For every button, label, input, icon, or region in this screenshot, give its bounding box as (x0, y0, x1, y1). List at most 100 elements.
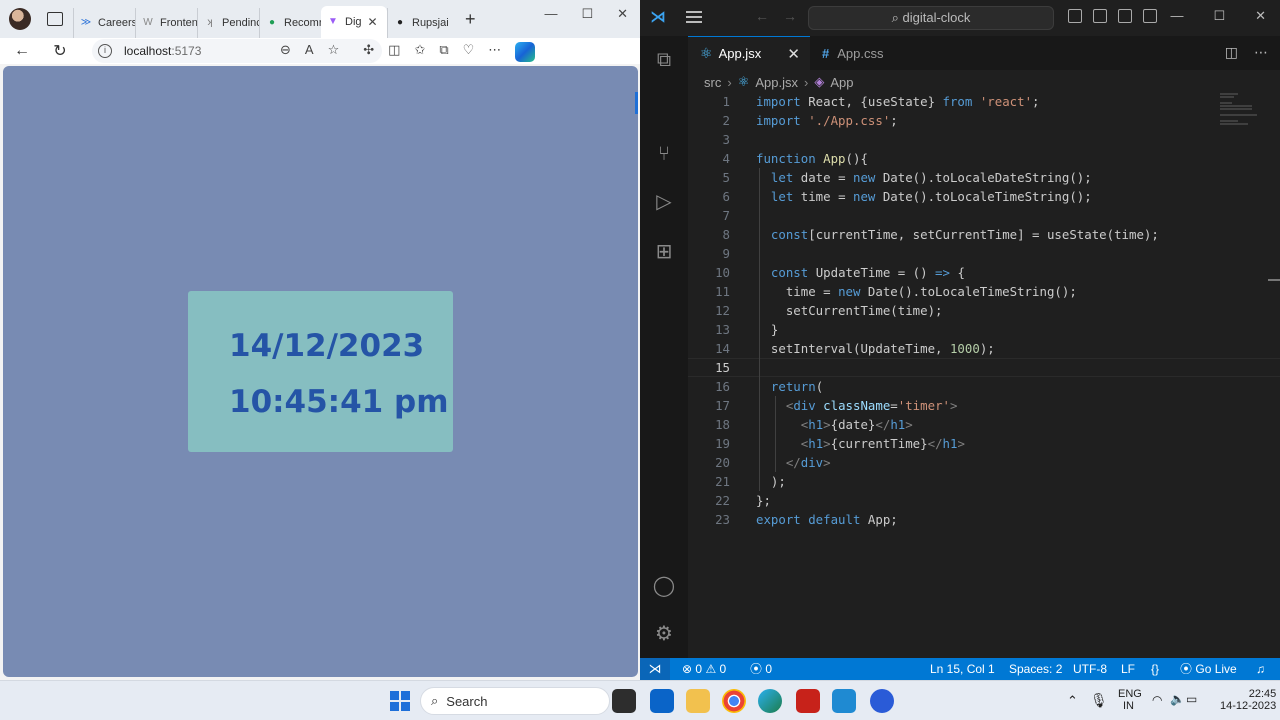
close-icon[interactable]: ✕ (617, 6, 628, 22)
code-line[interactable]: 21 ); (688, 472, 1280, 491)
microphone-icon[interactable]: 🎙 (1090, 692, 1108, 709)
chevron-up-icon[interactable]: ⌃ (1067, 693, 1078, 709)
performance-icon[interactable]: ♡ (463, 42, 475, 62)
browser-tab-pending[interactable]: ʞ Pendinc (197, 8, 259, 38)
minimize-icon[interactable]: — (544, 6, 557, 22)
run-debug-icon[interactable]: ▷ (652, 190, 676, 214)
code-line[interactable]: 19 <h1>{currentTime}</h1> (688, 434, 1280, 453)
close-tab-icon[interactable]: ✕ (368, 15, 378, 29)
encoding[interactable]: UTF-8 (1073, 658, 1107, 680)
language-indicator[interactable]: ENG IN (1118, 688, 1142, 712)
store-icon[interactable] (650, 689, 674, 713)
code-line[interactable]: 13 } (688, 320, 1280, 339)
vscode-taskbar-icon[interactable] (832, 689, 856, 713)
browser-tab-digital-clock[interactable]: ▼ Dig ✕ (321, 6, 387, 38)
clock[interactable]: 22:45 14-12-2023 (1220, 688, 1276, 712)
indentation[interactable]: Spaces: 2 (1009, 658, 1062, 680)
minimap[interactable] (1220, 92, 1266, 128)
source-control-icon[interactable]: ⑂ (652, 142, 676, 166)
split-screen-icon[interactable]: ◫ (388, 42, 400, 62)
code-line[interactable]: 5 let date = new Date().toLocaleDateStri… (688, 168, 1280, 187)
code-line[interactable]: 10 const UpdateTime = () => { (688, 263, 1280, 282)
code-line[interactable]: 22}; (688, 491, 1280, 510)
task-view-icon[interactable] (612, 689, 636, 713)
breadcrumb-item[interactable]: App (830, 75, 853, 90)
more-actions-icon[interactable]: ⋯ (1254, 44, 1268, 61)
browser-tab-rupsjain[interactable]: ● Rupsjai (387, 8, 455, 38)
back-arrow-icon[interactable]: ← (10, 42, 34, 60)
gear-icon[interactable]: ⚙ (652, 622, 676, 646)
tab-app-css[interactable]: # App.css (810, 36, 928, 70)
code-line[interactable]: 17 <div className='timer'> (688, 396, 1280, 415)
code-line[interactable]: 18 <h1>{date}</h1> (688, 415, 1280, 434)
customize-layout-icon[interactable] (1143, 9, 1157, 23)
edge-icon[interactable] (758, 689, 782, 713)
tab-app-jsx[interactable]: ⚛ App.jsx ✕ (688, 36, 810, 70)
close-tab-icon[interactable]: ✕ (787, 45, 800, 63)
favorite-star-icon[interactable]: ☆ (328, 42, 340, 62)
browser-tab-frontend[interactable]: W Fronten (135, 8, 197, 38)
minimize-icon[interactable]: — (1170, 8, 1183, 24)
code-line[interactable]: 7 (688, 206, 1280, 225)
notifications-bell-icon[interactable]: ♫ (1256, 658, 1265, 680)
refresh-icon[interactable]: ↻ (48, 41, 72, 61)
breadcrumb-item[interactable]: src (704, 75, 721, 90)
battery-icon[interactable]: ▭ (1186, 692, 1197, 706)
code-line[interactable]: 2 import './App.css'; (688, 111, 1280, 130)
toggle-secondary-sidebar-icon[interactable] (1118, 9, 1132, 23)
remote-icon[interactable]: ⋊ (640, 658, 670, 680)
command-center[interactable]: ⌕ digital-clock (808, 6, 1054, 30)
menu-icon[interactable] (686, 11, 702, 23)
taskbar-search[interactable]: ⌕ Search (420, 687, 610, 715)
browser-tab-recommended[interactable]: ● Recomr (259, 8, 321, 38)
cursor-position[interactable]: Ln 15, Col 1 (930, 658, 995, 680)
code-line[interactable]: 1 import React, {useState} from 'react'; (688, 92, 1280, 111)
volume-icon[interactable]: 🔈 (1170, 692, 1185, 706)
zoom-icon[interactable] (870, 689, 894, 713)
close-icon[interactable]: ✕ (1255, 8, 1266, 24)
code-line[interactable]: 12 setCurrentTime(time); (688, 301, 1280, 320)
start-button[interactable] (390, 691, 410, 711)
end-of-line[interactable]: LF (1121, 658, 1135, 680)
code-line[interactable]: 16 return( (688, 377, 1280, 396)
code-line[interactable]: 6 let time = new Date().toLocaleTimeStri… (688, 187, 1280, 206)
zoom-icon[interactable]: ⊖ (280, 42, 291, 62)
code-line[interactable]: 9 (688, 244, 1280, 263)
maximize-icon[interactable]: ☐ (1213, 8, 1225, 24)
toggle-sidebar-icon[interactable] (1068, 9, 1082, 23)
code-line[interactable]: 3 (688, 130, 1280, 149)
toggle-panel-icon[interactable] (1093, 9, 1107, 23)
favorites-icon[interactable]: ✩ (414, 42, 425, 62)
collections-icon[interactable]: ⧉ (439, 42, 448, 62)
chrome-icon[interactable] (722, 689, 746, 713)
maximize-icon[interactable]: ☐ (581, 6, 593, 22)
read-aloud-icon[interactable]: A (305, 42, 314, 62)
more-icon[interactable]: ⋯ (488, 42, 501, 62)
new-tab-button[interactable]: + (465, 9, 476, 30)
file-explorer-icon[interactable] (686, 689, 710, 713)
wifi-icon[interactable]: ◠ (1152, 693, 1162, 707)
site-info-icon[interactable]: i (98, 44, 112, 58)
go-live-button[interactable]: ⦿ Go Live (1180, 658, 1237, 680)
code-line[interactable]: 20 </div> (688, 453, 1280, 472)
code-line[interactable]: 23 export default App; (688, 510, 1280, 529)
explorer-icon[interactable]: ⧉ (652, 48, 676, 72)
profile-avatar[interactable] (9, 8, 31, 30)
breadcrumb-item[interactable]: App.jsx (755, 75, 798, 90)
code-line[interactable]: 11 time = new Date().toLocaleTimeString(… (688, 282, 1280, 301)
extensions-icon[interactable]: ⊞ (652, 240, 676, 264)
ports-indicator[interactable]: ⦿ 0 (750, 658, 772, 680)
code-line[interactable]: 15 (688, 358, 1280, 377)
account-icon[interactable]: ◯ (652, 574, 676, 598)
problems-indicator[interactable]: ⊗ 0 ⚠ 0 (682, 658, 726, 680)
split-editor-icon[interactable]: ◫ (1225, 44, 1238, 61)
code-editor[interactable]: 1 import React, {useState} from 'react'; 2… (688, 92, 1280, 529)
vertical-scrollbar[interactable] (1268, 279, 1280, 281)
history-arrows-icon[interactable]: ←→ (755, 8, 811, 24)
code-line[interactable]: 4 function App(){ (688, 149, 1280, 168)
code-line[interactable]: 8 const[currentTime, setCurrentTime] = u… (688, 225, 1280, 244)
acrobat-icon[interactable] (796, 689, 820, 713)
tab-actions-icon[interactable] (47, 12, 63, 26)
code-line[interactable]: 14 setInterval(UpdateTime, 1000); (688, 339, 1280, 358)
browser-tab-careers[interactable]: ≫ Careers (73, 8, 135, 38)
